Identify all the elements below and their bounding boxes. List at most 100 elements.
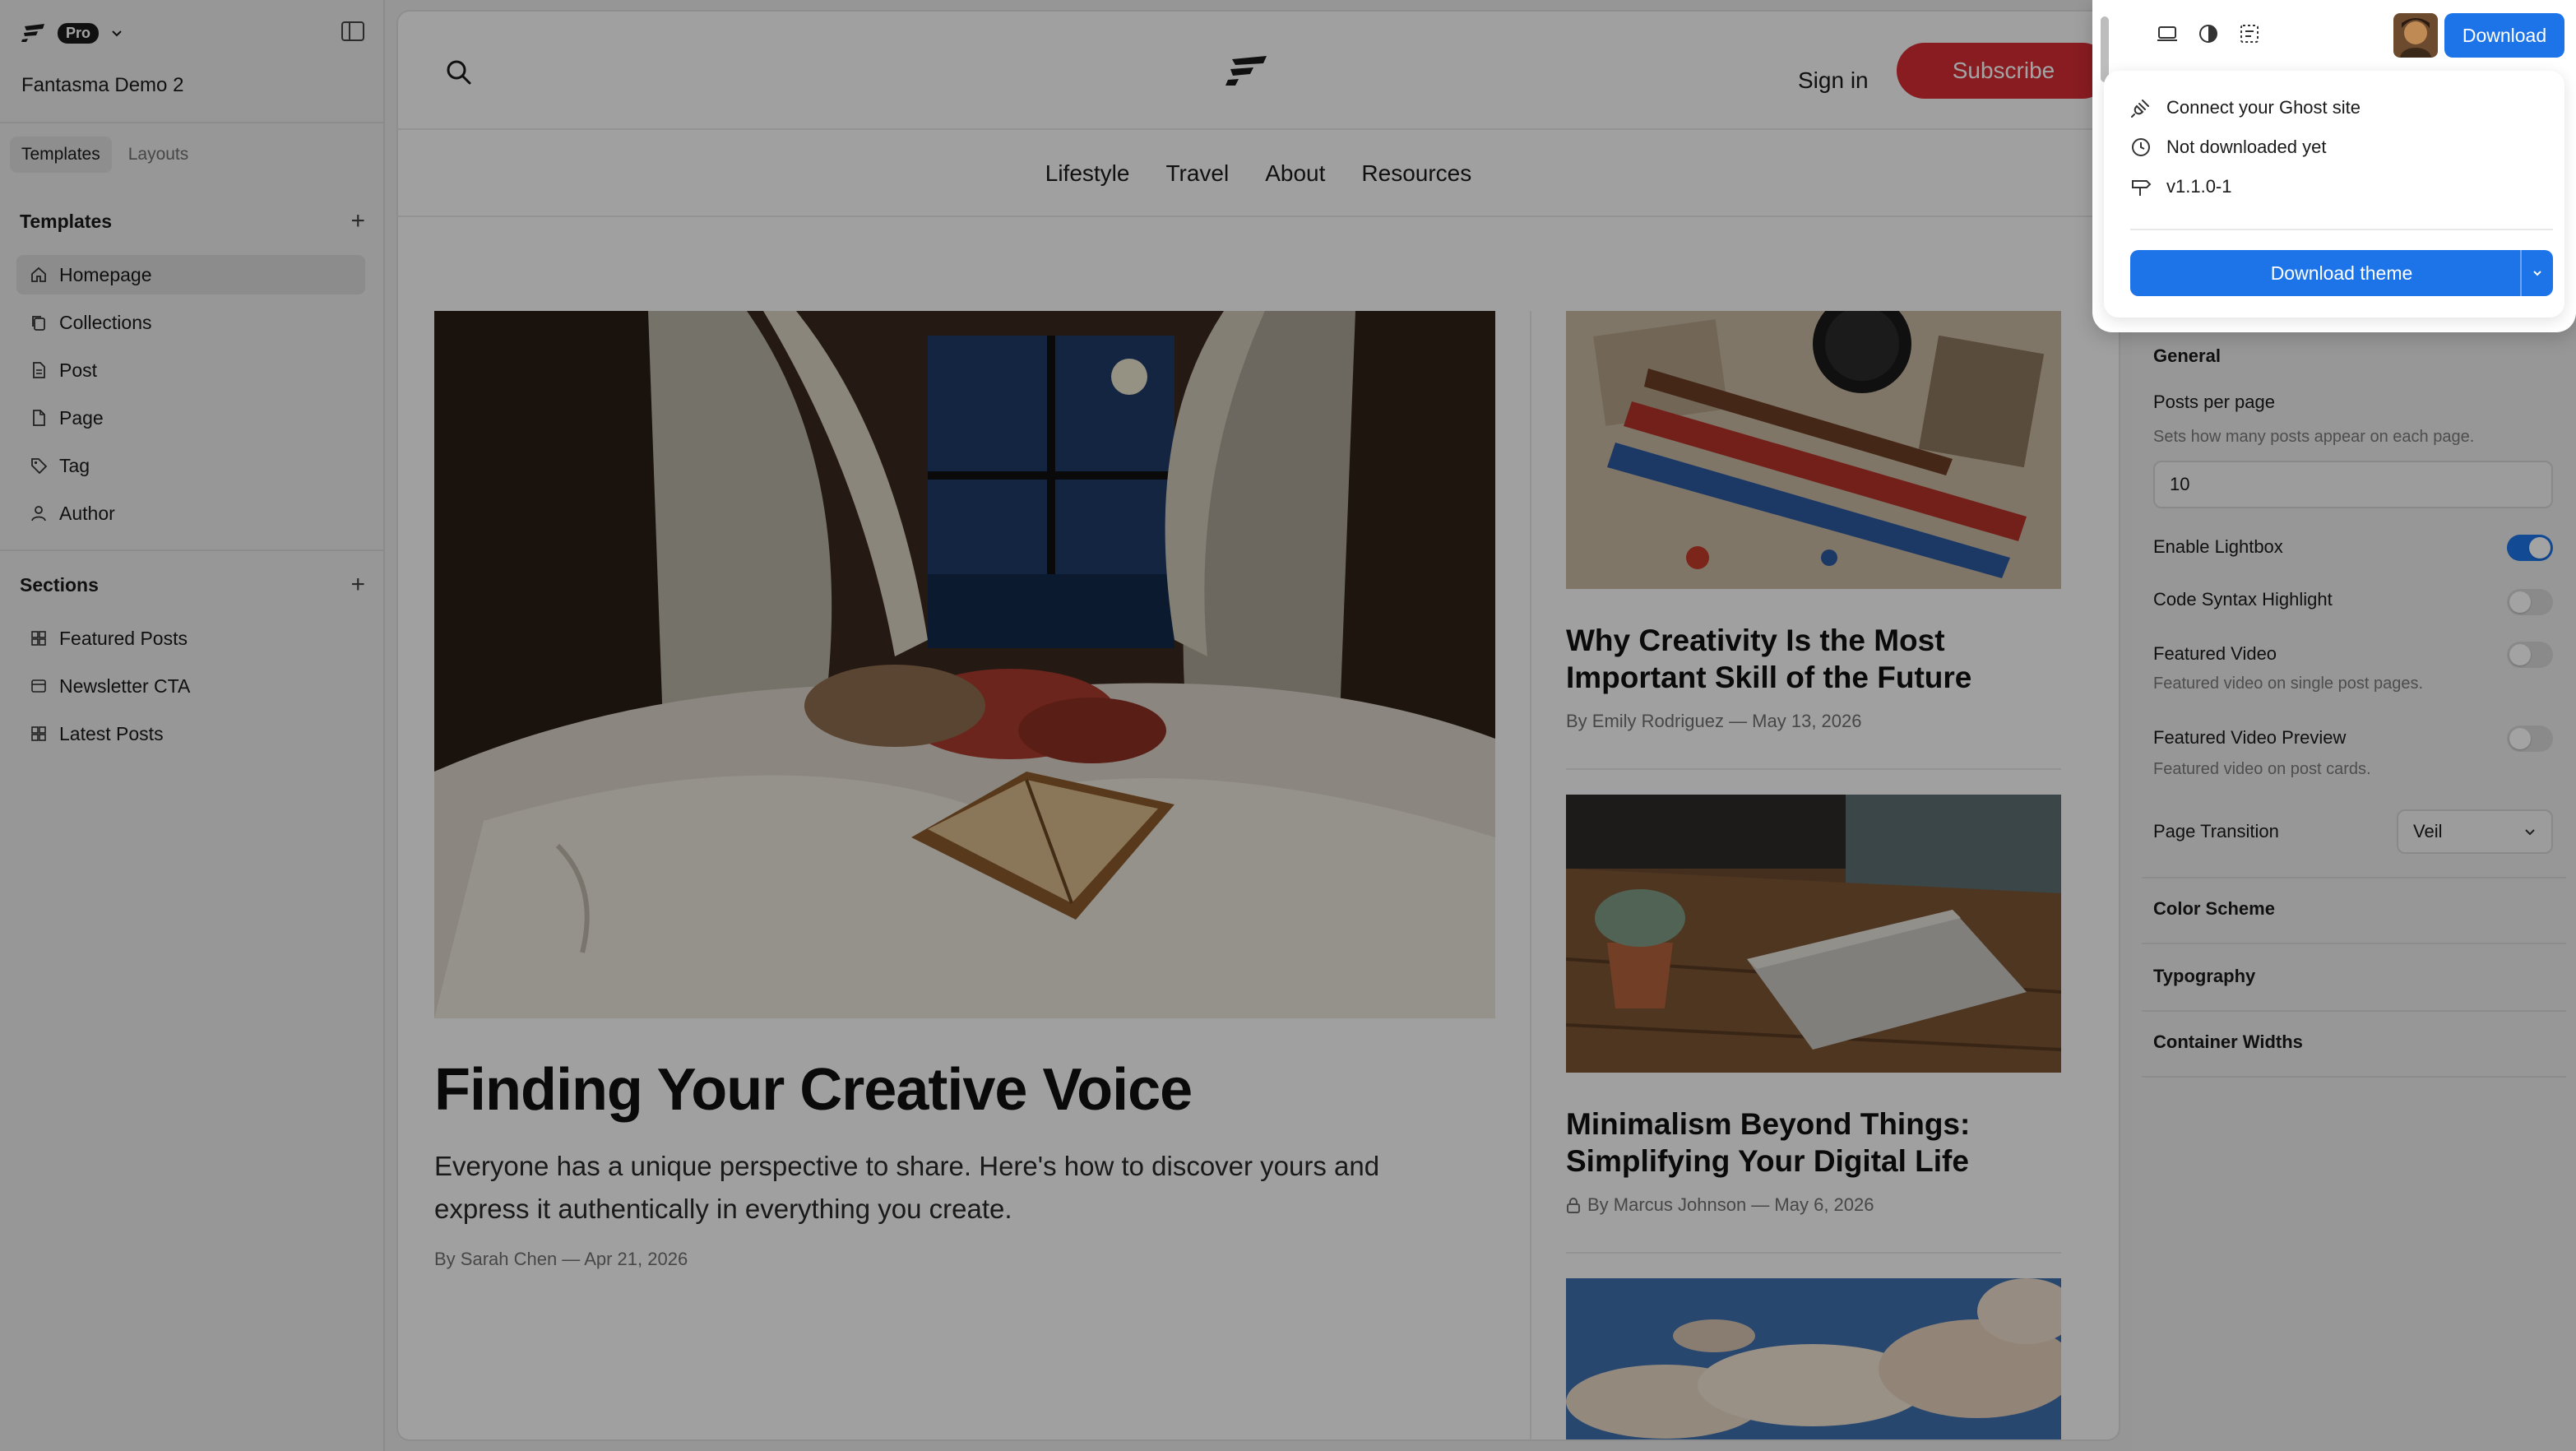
theme-preview: Sign in Subscribe Lifestyle Travel About… bbox=[398, 12, 2119, 1439]
preview-nav: Lifestyle Travel About Resources bbox=[398, 132, 2119, 217]
grid-icon bbox=[31, 631, 46, 646]
templates-heading: Templates bbox=[20, 210, 113, 232]
code-syntax-toggle[interactable] bbox=[2507, 589, 2553, 615]
home-icon bbox=[31, 267, 46, 282]
post-card-byline: By Marcus Johnson — May 6, 2026 bbox=[1566, 1194, 1874, 1216]
download-popover: Download Connect your Ghost site Not dow… bbox=[2092, 0, 2576, 332]
sidebar-item-post[interactable]: Post bbox=[16, 350, 365, 390]
sidebar-item-page[interactable]: Page bbox=[16, 398, 365, 438]
sidebar-item-newsletter-cta[interactable]: Newsletter CTA bbox=[16, 666, 365, 706]
sidebar-item-label: Post bbox=[59, 359, 98, 381]
featured-video-preview-toggle[interactable] bbox=[2507, 726, 2553, 752]
nav-lifestyle[interactable]: Lifestyle bbox=[1045, 160, 1130, 187]
post-card-title[interactable]: Why Creativity Is the Most Important Ski… bbox=[1566, 622, 2059, 696]
typography-section[interactable]: Typography bbox=[2153, 966, 2255, 987]
posts-per-page-input[interactable]: 10 bbox=[2153, 461, 2553, 508]
featured-video-preview-help: Featured video on post cards. bbox=[2153, 760, 2371, 778]
featured-post-title[interactable]: Finding Your Creative Voice bbox=[434, 1056, 1193, 1124]
nav-about[interactable]: About bbox=[1265, 160, 1325, 187]
preview-header: Sign in Subscribe bbox=[398, 12, 2119, 130]
tab-templates[interactable]: Templates bbox=[10, 137, 112, 173]
fantasma-logo-icon bbox=[21, 24, 44, 42]
post-card-image[interactable] bbox=[1566, 311, 2061, 589]
sections-list: Featured Posts Newsletter CTA Latest Pos… bbox=[16, 619, 365, 762]
chevron-down-icon bbox=[2525, 829, 2535, 836]
container-widths-section[interactable]: Container Widths bbox=[2153, 1031, 2303, 1053]
code-syntax-label: Code Syntax Highlight bbox=[2153, 589, 2333, 610]
download-status-row: Not downloaded yet bbox=[2130, 137, 2326, 158]
add-section-icon[interactable]: + bbox=[350, 573, 365, 597]
divider bbox=[2142, 943, 2566, 944]
site-name: Fantasma Demo 2 bbox=[21, 74, 184, 96]
posts-per-page-label: Posts per page bbox=[2153, 392, 2275, 412]
add-template-icon[interactable]: + bbox=[350, 209, 365, 234]
general-heading: General bbox=[2153, 345, 2221, 366]
post-card-title[interactable]: Minimalism Beyond Things: Simplifying Yo… bbox=[1566, 1106, 2059, 1180]
featured-video-toggle[interactable] bbox=[2507, 642, 2553, 668]
connect-ghost-row[interactable]: Connect your Ghost site bbox=[2130, 97, 2361, 118]
sidebar-item-label: Featured Posts bbox=[59, 627, 188, 649]
sections-heading: Sections bbox=[20, 573, 99, 596]
sidebar-item-label: Homepage bbox=[59, 263, 152, 285]
divider bbox=[2130, 229, 2553, 230]
templates-list: Homepage Collections Post Page Tag Autho… bbox=[16, 255, 365, 541]
document-icon bbox=[33, 362, 45, 378]
subscribe-button[interactable]: Subscribe bbox=[1897, 43, 2110, 99]
sidebar-item-tag[interactable]: Tag bbox=[16, 446, 365, 485]
lock-icon bbox=[1567, 1198, 1580, 1213]
sidebar-item-label: Tag bbox=[59, 454, 90, 476]
templates-header: Templates + bbox=[20, 209, 365, 234]
contrast-icon[interactable] bbox=[2198, 23, 2219, 44]
nav-travel[interactable]: Travel bbox=[1165, 160, 1229, 187]
download-button[interactable]: Download bbox=[2444, 13, 2564, 58]
color-scheme-section[interactable]: Color Scheme bbox=[2153, 898, 2275, 920]
clock-icon bbox=[2132, 138, 2150, 156]
divider bbox=[0, 549, 383, 551]
popover-scrollbar[interactable] bbox=[2101, 16, 2109, 82]
desktop-preview-icon[interactable] bbox=[2157, 23, 2178, 44]
download-options-dropdown[interactable] bbox=[2520, 250, 2553, 296]
file-icon bbox=[33, 410, 45, 426]
download-theme-label: Download theme bbox=[2270, 262, 2413, 284]
copy-icon bbox=[32, 316, 45, 331]
card-divider bbox=[1566, 1252, 2061, 1254]
post-card-byline: By Emily Rodriguez — May 13, 2026 bbox=[1566, 711, 1862, 732]
post-card-image[interactable] bbox=[1566, 1278, 2061, 1439]
divider bbox=[2142, 1076, 2566, 1078]
grid-icon bbox=[31, 726, 46, 741]
search-icon[interactable] bbox=[444, 58, 474, 87]
featured-post-image[interactable] bbox=[434, 311, 1495, 1018]
window-icon bbox=[31, 679, 46, 693]
tab-layouts[interactable]: Layouts bbox=[117, 137, 201, 173]
enable-lightbox-toggle[interactable] bbox=[2507, 535, 2553, 561]
connect-ghost-label: Connect your Ghost site bbox=[2166, 97, 2361, 118]
sidebar-item-label: Page bbox=[59, 406, 104, 429]
download-theme-button[interactable]: Download theme bbox=[2130, 250, 2553, 296]
featured-video-help: Featured video on single post pages. bbox=[2153, 675, 2423, 693]
version-label: v1.1.0-1 bbox=[2166, 176, 2232, 197]
sidebar-item-latest-posts[interactable]: Latest Posts bbox=[16, 714, 365, 753]
nav-resources[interactable]: Resources bbox=[1361, 160, 1471, 187]
avatar[interactable] bbox=[2393, 13, 2438, 58]
tag-icon bbox=[31, 458, 48, 475]
sidebar-toggle-icon[interactable] bbox=[341, 20, 367, 43]
divider bbox=[2142, 1010, 2566, 1012]
sidebar-item-featured-posts[interactable]: Featured Posts bbox=[16, 619, 365, 658]
sidebar-item-author[interactable]: Author bbox=[16, 494, 365, 533]
sections-header: Sections + bbox=[20, 573, 365, 597]
page-transition-select[interactable]: Veil bbox=[2397, 809, 2553, 854]
sign-in-link[interactable]: Sign in bbox=[1798, 67, 1869, 94]
site-logo-icon[interactable] bbox=[1225, 54, 1268, 87]
sidebar-item-label: Latest Posts bbox=[59, 722, 164, 744]
sidebar-item-collections[interactable]: Collections bbox=[16, 303, 365, 342]
chevron-down-icon[interactable] bbox=[110, 26, 123, 39]
post-card-image[interactable] bbox=[1566, 795, 2061, 1073]
inspect-icon[interactable] bbox=[2239, 23, 2260, 44]
sidebar-item-homepage[interactable]: Homepage bbox=[16, 255, 365, 294]
select-value: Veil bbox=[2413, 821, 2443, 841]
workspace-switcher[interactable]: Pro bbox=[21, 18, 123, 48]
download-status-label: Not downloaded yet bbox=[2166, 137, 2327, 157]
featured-post-byline: By Sarah Chen — Apr 21, 2026 bbox=[434, 1249, 688, 1269]
user-icon bbox=[31, 506, 46, 522]
chevron-down-icon bbox=[2533, 271, 2541, 276]
